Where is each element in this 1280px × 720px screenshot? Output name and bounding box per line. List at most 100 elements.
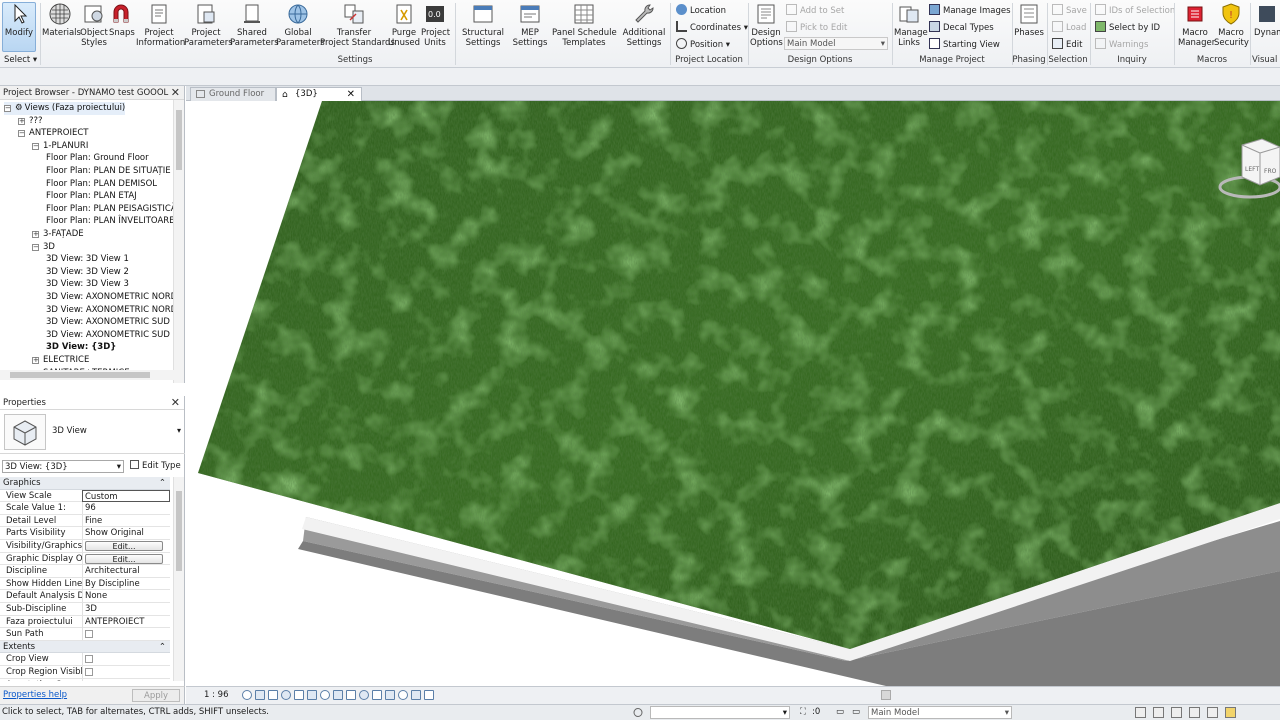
- browser-view-item[interactable]: Floor Plan: Ground Floor: [46, 152, 149, 165]
- panel-schedule-templates-button[interactable]: Panel Schedule Templates: [552, 2, 617, 54]
- browser-view-item[interactable]: 3D View: AXONOMETRIC NORD: [46, 304, 174, 317]
- reveal-constraints-icon[interactable]: [411, 690, 421, 700]
- sun-path-icon[interactable]: [268, 690, 278, 700]
- project-information-button[interactable]: Project Information: [136, 2, 185, 54]
- drag-elements-icon[interactable]: [1207, 707, 1218, 718]
- project-units-button[interactable]: 0.0 Project Units: [421, 2, 450, 54]
- property-value[interactable]: Show Original: [82, 527, 170, 540]
- location-button[interactable]: Location: [676, 4, 726, 18]
- instance-selector[interactable]: 3D View: {3D} ▾: [2, 460, 124, 473]
- property-value[interactable]: By Discipline: [82, 577, 170, 590]
- structural-settings-button[interactable]: Structural Settings: [459, 2, 507, 54]
- object-styles-button[interactable]: Object Styles: [80, 2, 108, 54]
- properties-help-link[interactable]: Properties help: [3, 690, 67, 700]
- design-option-select[interactable]: Main Model ▾: [784, 37, 888, 50]
- apply-button[interactable]: Apply: [132, 689, 180, 702]
- macro-manager-button[interactable]: Macro Manager: [1178, 2, 1215, 54]
- browser-view-item[interactable]: 3D View: {3D}: [46, 341, 116, 354]
- scroll-grip[interactable]: [881, 690, 891, 700]
- browser-view-item[interactable]: Floor Plan: PLAN DEMISOL: [46, 178, 157, 191]
- viewcube-front-face[interactable]: FRO: [1264, 168, 1277, 175]
- browser-view-item[interactable]: Floor Plan: PLAN DE SITUAȚIE: [46, 165, 171, 178]
- extents-category[interactable]: Extents ⌃: [0, 640, 170, 654]
- browser-view-item[interactable]: Floor Plan: PLAN PEISAGISTICĂ: [46, 203, 174, 216]
- checkbox[interactable]: [85, 655, 93, 664]
- global-parameters-button[interactable]: Global Parameters: [276, 2, 325, 54]
- dynamo-button[interactable]: Dynam: [1254, 2, 1280, 54]
- property-value[interactable]: 3D: [82, 603, 170, 615]
- scrollbar-thumb[interactable]: [176, 110, 182, 170]
- property-edit-button[interactable]: Edit...: [82, 552, 170, 565]
- edit-type-button[interactable]: Edit Type: [130, 460, 181, 473]
- modify-tool[interactable]: Modify: [2, 2, 36, 54]
- select-dropdown[interactable]: Select ▾: [4, 53, 37, 67]
- scrollbar-thumb[interactable]: [10, 372, 150, 378]
- browser-view-item[interactable]: 3D View: 3D View 1: [46, 253, 129, 266]
- property-value[interactable]: ANTEPROIECT: [82, 615, 170, 628]
- shadows-icon[interactable]: [281, 690, 291, 700]
- close-icon[interactable]: ✕: [171, 86, 180, 99]
- property-edit-button[interactable]: Edit...: [82, 540, 170, 552]
- tab-3d[interactable]: ⌂ {3D} ✕: [276, 87, 362, 101]
- view-scale[interactable]: 1 : 96: [204, 690, 229, 700]
- position-dropdown[interactable]: Position ▾: [676, 38, 730, 52]
- browser-view-item[interactable]: 3D View: AXONOMETRIC SUD: [46, 316, 170, 329]
- browser-horizontal-scrollbar[interactable]: [0, 370, 174, 380]
- property-value[interactable]: Fine: [82, 514, 170, 527]
- editable-only-icon[interactable]: ⛶: [800, 705, 806, 720]
- analysis-display-icon[interactable]: [385, 690, 395, 700]
- browser-view-item[interactable]: Floor Plan: PLAN ETAJ: [46, 190, 137, 203]
- select-by-id-button[interactable]: Select by ID: [1095, 21, 1160, 35]
- phases-button[interactable]: Phases: [1014, 2, 1044, 54]
- design-options-icon[interactable]: ▭: [836, 705, 844, 720]
- visual-style-icon[interactable]: [255, 690, 265, 700]
- design-options-button[interactable]: Design Options: [750, 2, 783, 54]
- pick-to-edit-button[interactable]: Pick to Edit: [786, 21, 847, 35]
- property-checkbox[interactable]: [82, 666, 170, 678]
- scrollbar-thumb[interactable]: [176, 491, 182, 571]
- close-icon[interactable]: ✕: [171, 396, 180, 409]
- edit-selection-button[interactable]: Edit: [1052, 38, 1082, 52]
- shared-parameters-button[interactable]: Shared Parameters: [230, 2, 279, 54]
- detail-level-icon[interactable]: [242, 690, 252, 700]
- macro-security-button[interactable]: ! Macro Security: [1214, 2, 1249, 54]
- browser-root-views[interactable]: − ⚙ Views (Faza proiectului): [4, 102, 126, 115]
- crop-view-icon[interactable]: [307, 690, 317, 700]
- collapse-icon[interactable]: −: [4, 105, 11, 112]
- transfer-project-standards-button[interactable]: Transfer Project Standards: [320, 2, 395, 54]
- starting-view-button[interactable]: Starting View: [929, 38, 1000, 52]
- browser-view-item[interactable]: 3D View: 3D View 2: [46, 266, 129, 279]
- expand-icon[interactable]: +: [32, 231, 39, 238]
- collapse-icon[interactable]: −: [18, 130, 25, 138]
- expand-icon[interactable]: +: [32, 357, 39, 364]
- workset-select[interactable]: ▾: [650, 706, 790, 719]
- edit-button[interactable]: Edit...: [85, 553, 163, 564]
- property-value[interactable]: Custom: [82, 489, 170, 502]
- manage-links-button[interactable]: Manage Links: [894, 2, 928, 54]
- select-underlay-icon[interactable]: [1153, 707, 1164, 718]
- purge-unused-button[interactable]: Purge Unused: [388, 2, 420, 54]
- collapse-icon[interactable]: −: [32, 243, 39, 251]
- collapse-icon[interactable]: ⌃: [159, 477, 166, 490]
- chevron-down-icon[interactable]: ▾: [177, 426, 181, 435]
- viewcube-left-face[interactable]: LEFT: [1245, 166, 1259, 173]
- worksharing-display-icon[interactable]: [372, 690, 382, 700]
- crop-region-icon[interactable]: [320, 690, 330, 700]
- temporary-hide-icon[interactable]: [346, 690, 356, 700]
- property-value[interactable]: None: [82, 590, 170, 603]
- browser-tree-node[interactable]: +???: [18, 115, 43, 128]
- browser-view-item[interactable]: 3D View: AXONOMETRIC NORD: [46, 291, 174, 304]
- warnings-button[interactable]: Warnings: [1095, 38, 1148, 52]
- exclude-options-icon[interactable]: ▭: [852, 705, 860, 720]
- browser-tree-node[interactable]: −1-PLANURI: [32, 140, 88, 153]
- materials-button[interactable]: Materials: [42, 2, 81, 54]
- design-option-status-select[interactable]: Main Model ▾: [868, 706, 1012, 719]
- mep-settings-button[interactable]: MEP Settings: [510, 2, 550, 54]
- browser-tree-node[interactable]: +3-FAȚADE: [32, 228, 84, 241]
- browser-view-item[interactable]: 3D View: AXONOMETRIC SUD: [46, 329, 170, 342]
- additional-settings-button[interactable]: Additional Settings: [620, 2, 668, 54]
- select-links-icon[interactable]: [1135, 707, 1146, 718]
- type-selector[interactable]: 3D View ▾: [0, 410, 185, 454]
- decal-types-button[interactable]: Decal Types: [929, 21, 994, 35]
- load-selection-button[interactable]: Load: [1052, 21, 1086, 35]
